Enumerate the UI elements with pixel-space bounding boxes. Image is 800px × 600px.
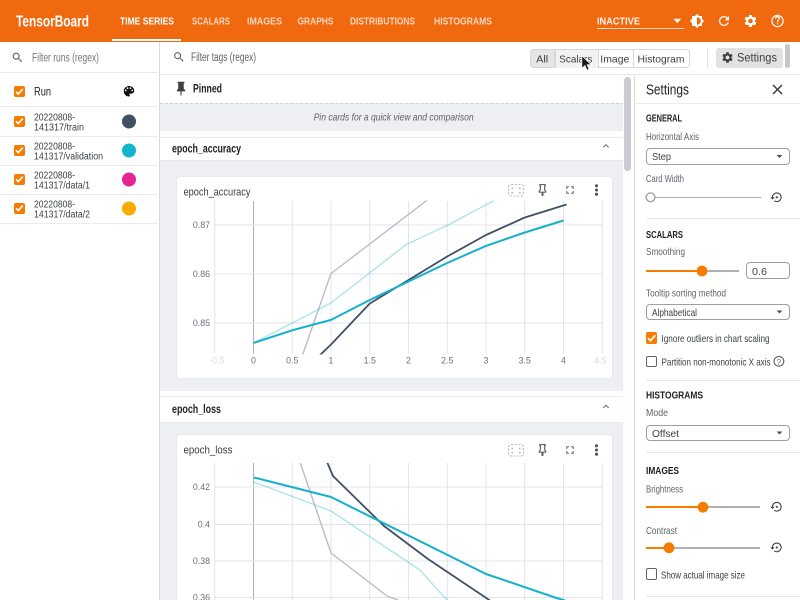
svg-text:epoch_loss: epoch_loss (172, 404, 221, 416)
svg-text:0.5: 0.5 (286, 355, 298, 365)
svg-text:0.87: 0.87 (193, 220, 210, 230)
svg-text:HISTOGRAMS: HISTOGRAMS (646, 390, 703, 402)
svg-text:141317/data/1: 141317/data/1 (34, 181, 90, 192)
svg-text:Brightness: Brightness (646, 484, 683, 496)
svg-text:0.4: 0.4 (198, 520, 210, 530)
svg-text:Mode: Mode (646, 407, 668, 419)
svg-text:GENERAL: GENERAL (646, 112, 682, 124)
svg-text:Partition non-monotonic X axis: Partition non-monotonic X axis (662, 357, 771, 369)
svg-text:Filter runs (regex): Filter runs (regex) (32, 53, 99, 65)
svg-text:141317/train: 141317/train (34, 123, 84, 134)
svg-text:4: 4 (561, 355, 566, 365)
svg-text:HISTOGRAMS: HISTOGRAMS (434, 17, 492, 28)
svg-text:0.86: 0.86 (193, 269, 210, 279)
svg-text:141317/data/2: 141317/data/2 (34, 210, 90, 221)
svg-text:1.5: 1.5 (364, 355, 376, 365)
svg-text:All: All (536, 53, 548, 65)
svg-text:epoch_accuracy: epoch_accuracy (172, 143, 241, 155)
svg-text:2.5: 2.5 (441, 355, 453, 365)
svg-text:Contrast: Contrast (646, 525, 677, 537)
svg-text:Settings: Settings (646, 82, 689, 99)
svg-text:Filter tags (regex): Filter tags (regex) (191, 52, 256, 64)
svg-text:INACTIVE: INACTIVE (597, 15, 640, 27)
svg-text:Offset: Offset (652, 428, 679, 440)
svg-text:DISTRIBUTIONS: DISTRIBUTIONS (350, 17, 415, 28)
svg-text:SCALARS: SCALARS (192, 17, 230, 28)
svg-text:Image: Image (600, 53, 629, 65)
svg-text:TensorBoard: TensorBoard (16, 14, 89, 31)
svg-text:Alphabetical: Alphabetical (652, 307, 697, 319)
svg-text:0.38: 0.38 (193, 556, 210, 566)
svg-text:GRAPHS: GRAPHS (298, 17, 334, 28)
svg-text:?: ? (777, 358, 782, 367)
svg-text:0: 0 (251, 355, 256, 365)
svg-text:0.42: 0.42 (193, 482, 210, 492)
svg-text:4.5: 4.5 (594, 355, 606, 365)
svg-text:0.6: 0.6 (752, 266, 767, 278)
svg-text:-0.5: -0.5 (209, 355, 224, 365)
svg-text:3.5: 3.5 (519, 355, 531, 365)
svg-text:Pin cards for a quick view and: Pin cards for a quick view and compariso… (314, 112, 474, 124)
svg-text:Histogram: Histogram (638, 53, 685, 65)
svg-text:2: 2 (406, 355, 411, 365)
svg-text:1: 1 (329, 355, 334, 365)
svg-text:Run: Run (34, 86, 51, 98)
svg-text:IMAGES: IMAGES (247, 17, 282, 28)
svg-text:Ignore outliers in chart scali: Ignore outliers in chart scaling (662, 333, 770, 345)
svg-text:141317/validation: 141317/validation (34, 152, 103, 163)
svg-text:Card Width: Card Width (646, 173, 684, 185)
svg-text:Tooltip sorting method: Tooltip sorting method (646, 287, 726, 299)
svg-text:Pinned: Pinned (193, 83, 222, 95)
svg-text:epoch_loss: epoch_loss (184, 444, 233, 456)
svg-text:3: 3 (484, 355, 489, 365)
svg-text:IMAGES: IMAGES (646, 465, 679, 477)
svg-text:Show actual image size: Show actual image size (661, 569, 745, 581)
svg-text:Settings: Settings (737, 53, 777, 65)
svg-text:TIME SERIES: TIME SERIES (120, 17, 174, 28)
svg-text:epoch_accuracy: epoch_accuracy (184, 186, 251, 198)
svg-text:Step: Step (652, 151, 671, 163)
svg-text:Horizontal Axis: Horizontal Axis (646, 131, 699, 143)
svg-text:Smoothing: Smoothing (646, 246, 685, 258)
svg-text:0.36: 0.36 (193, 593, 210, 600)
svg-text:0.85: 0.85 (193, 318, 210, 328)
svg-text:SCALARS: SCALARS (646, 229, 683, 241)
